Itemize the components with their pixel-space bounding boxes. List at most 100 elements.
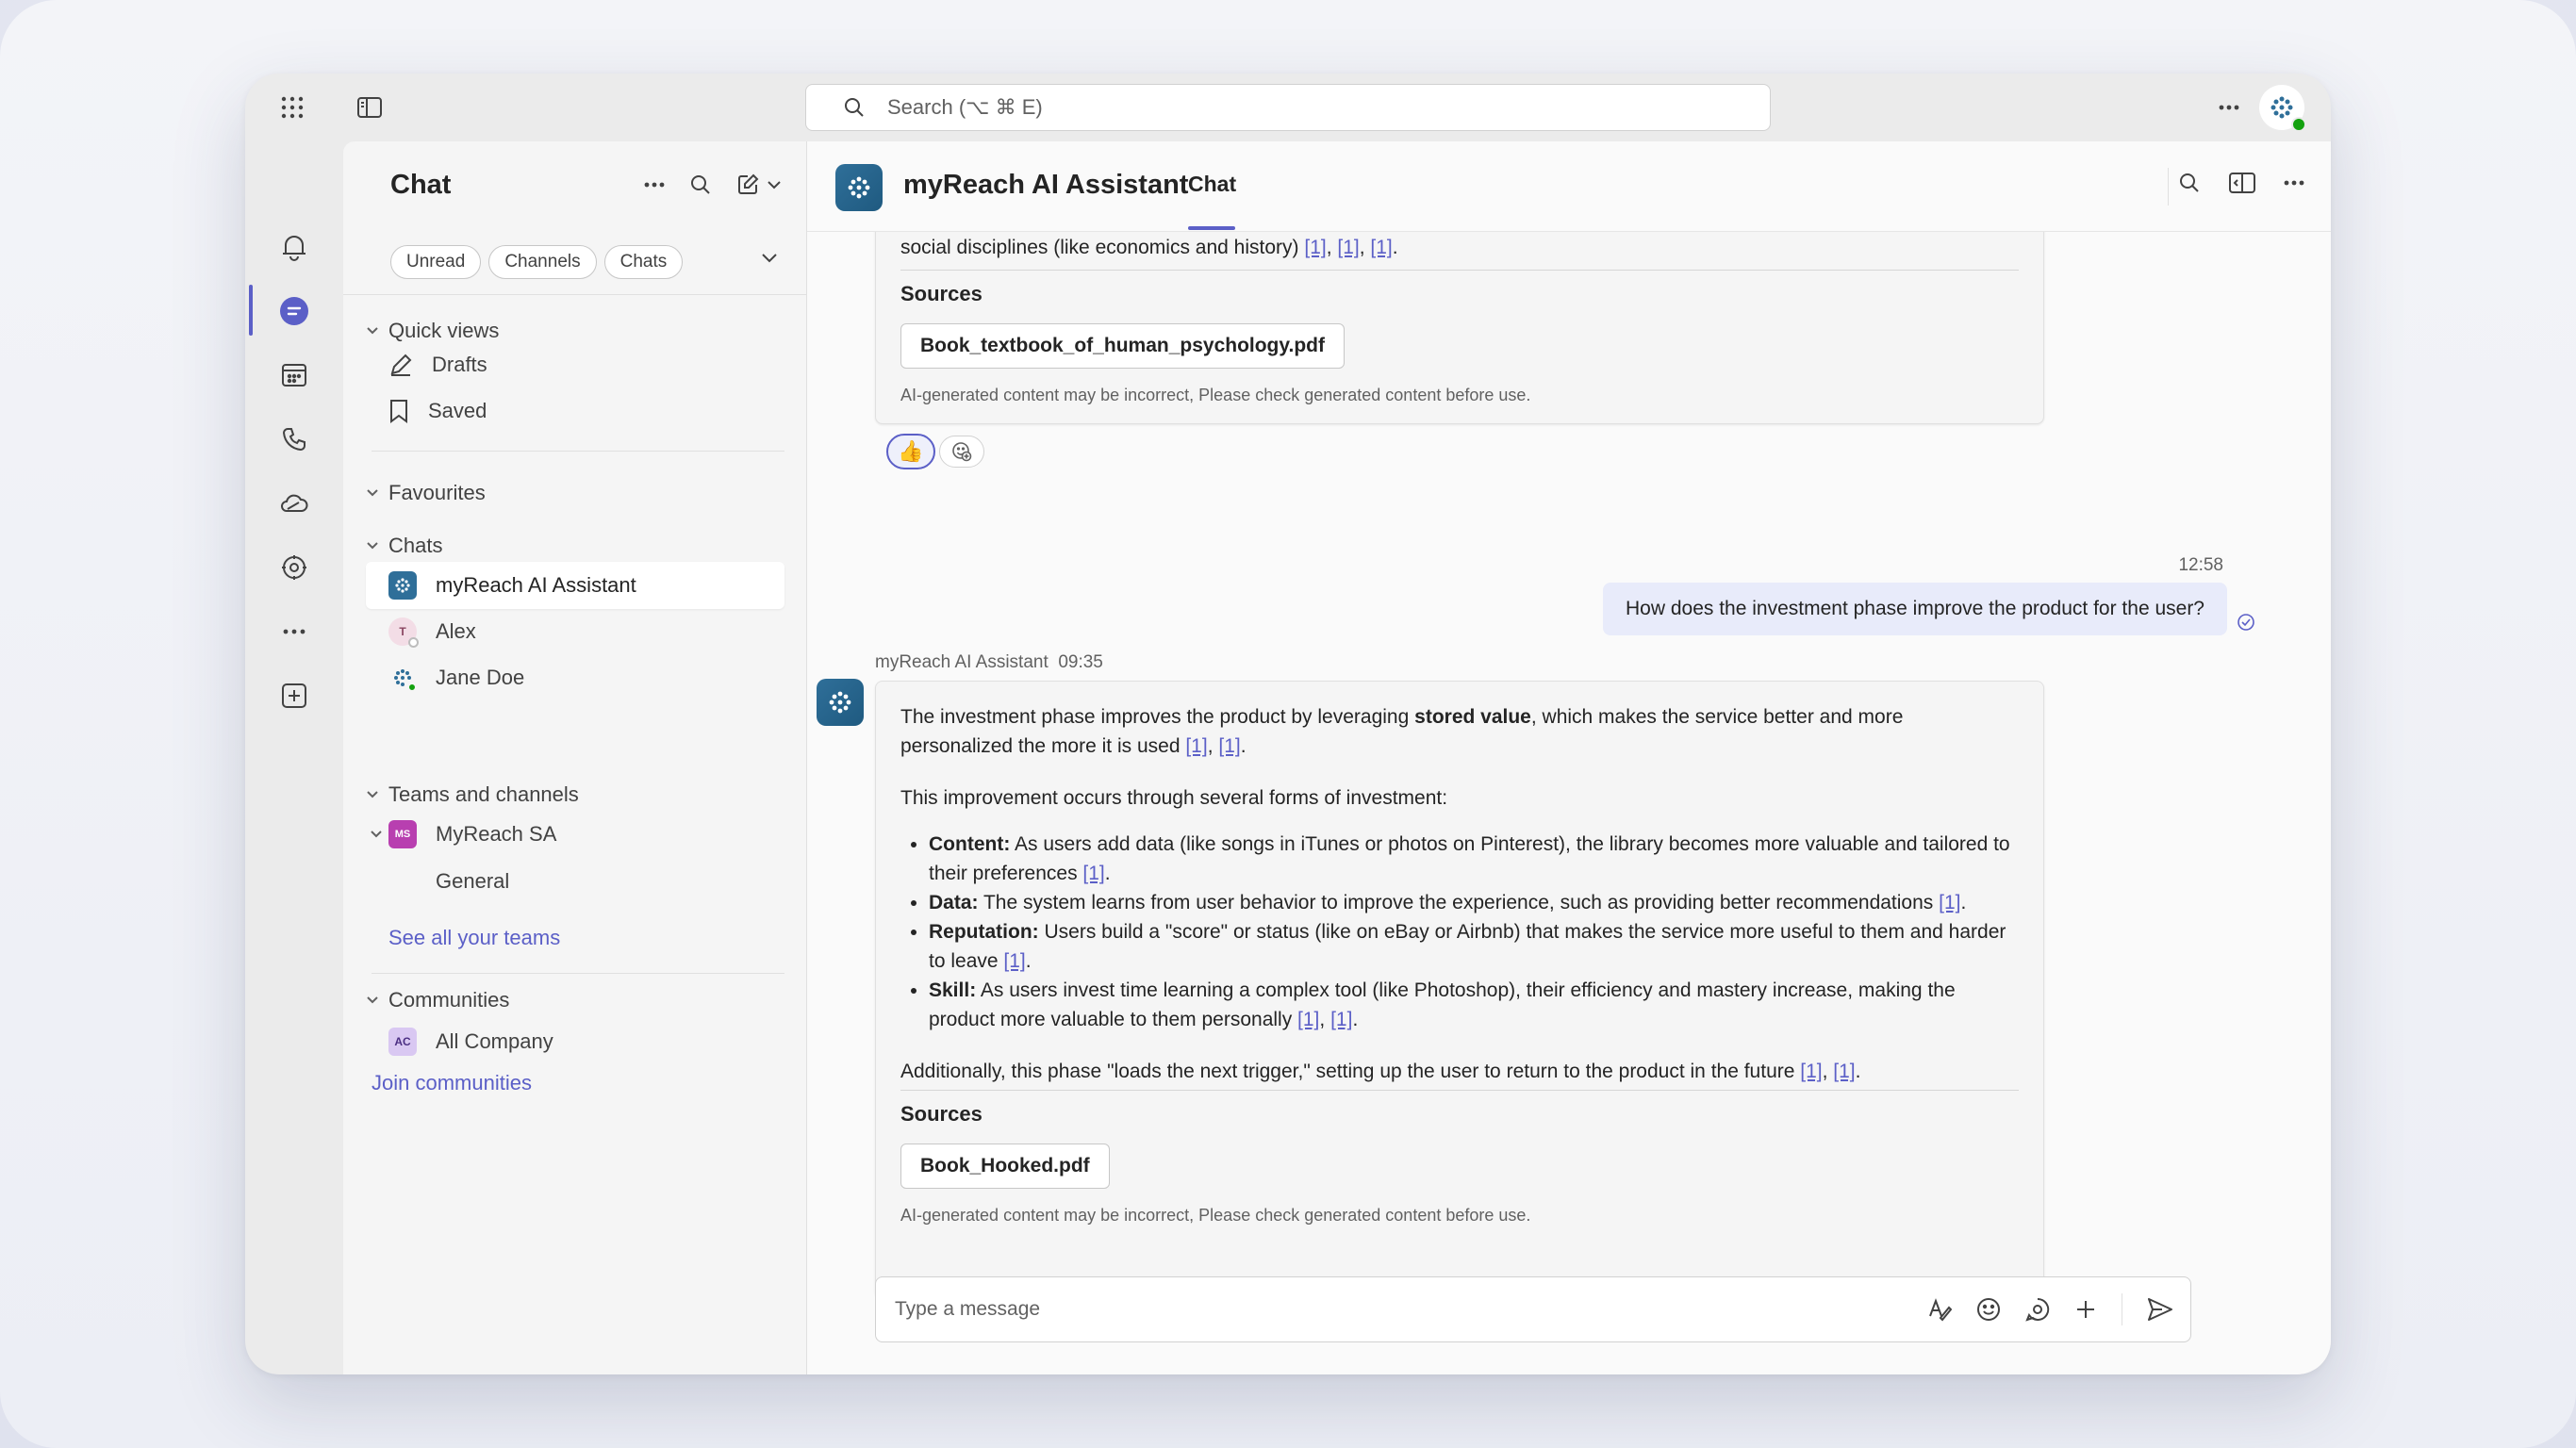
add-reaction-button[interactable] — [939, 436, 984, 468]
citation-link[interactable]: [1] — [1304, 237, 1326, 258]
reply-closing: Additionally, this phase "loads the next… — [900, 1061, 1861, 1082]
message-input[interactable]: Type a message — [895, 1298, 1927, 1321]
citation-link[interactable]: [1] — [1939, 892, 1960, 913]
section-favourites[interactable]: Favourites — [366, 481, 486, 505]
bold-text: stored value — [1414, 706, 1531, 728]
search-bar[interactable]: Search (⌥ ⌘ E) — [805, 84, 1771, 131]
activity-bell-icon[interactable] — [273, 226, 315, 268]
chat-name: myReach AI Assistant — [436, 573, 636, 597]
sidebar-toggle-icon[interactable] — [355, 92, 385, 123]
list-text: The system learns from user behavior to … — [978, 892, 1940, 913]
team-item-myreach-sa[interactable]: MS MyReach SA — [366, 811, 784, 858]
source-file-chip[interactable]: Book_textbook_of_human_psychology.pdf — [900, 323, 1345, 369]
filter-unread[interactable]: Unread — [390, 245, 482, 279]
conversation-title: myReach AI Assistant — [903, 170, 1189, 200]
bot-avatar — [388, 571, 417, 600]
chat-item-jane-doe[interactable]: Jane Doe — [366, 654, 784, 701]
list-term: Content: — [929, 833, 1011, 855]
citation-link[interactable]: [1] — [1800, 1061, 1822, 1082]
copilot-apps-icon[interactable] — [273, 547, 315, 588]
chevron-down-icon — [768, 181, 781, 189]
onedrive-cloud-icon[interactable] — [273, 483, 315, 524]
chevron-down-icon — [367, 489, 378, 497]
profile-avatar[interactable] — [2259, 85, 2306, 132]
section-chats[interactable]: Chats — [366, 534, 442, 558]
source-file-chip[interactable]: Book_Hooked.pdf — [900, 1144, 1110, 1189]
list-item: Content: As users add data (like songs i… — [929, 830, 2019, 888]
quick-view-saved[interactable]: Saved — [366, 387, 784, 435]
chevron-down-icon — [371, 831, 382, 838]
bookmark-icon — [390, 400, 407, 423]
more-options-icon[interactable] — [2214, 92, 2244, 123]
calls-phone-icon[interactable] — [273, 419, 315, 460]
join-communities-link[interactable]: Join communities — [372, 1071, 532, 1095]
citation-link[interactable]: [1] — [1297, 1009, 1319, 1030]
send-icon[interactable] — [2147, 1297, 2173, 1322]
composer-actions — [1927, 1293, 2190, 1325]
filter-expand-chevron-icon[interactable] — [761, 253, 778, 264]
see-all-teams-link[interactable]: See all your teams — [388, 926, 560, 950]
citation-link[interactable]: [1] — [1370, 237, 1392, 258]
rail-active-indicator — [249, 285, 253, 336]
filter-chats[interactable]: Chats — [603, 245, 684, 279]
sender-name: myReach AI Assistant — [875, 652, 1049, 672]
citation-link[interactable]: [1] — [1082, 863, 1104, 884]
add-app-icon[interactable] — [273, 675, 315, 716]
bot-message-card: social disciplines (like economics and h… — [875, 232, 2044, 424]
pop-out-chat-icon[interactable] — [2229, 173, 2255, 193]
chat-item-myreach-ai-assistant[interactable]: myReach AI Assistant — [366, 562, 784, 609]
more-options-icon[interactable] — [2284, 180, 2304, 186]
filter-channels[interactable]: Channels — [488, 245, 597, 279]
emoji-icon[interactable] — [1976, 1297, 2001, 1322]
community-avatar: AC — [388, 1028, 417, 1056]
search-icon[interactable] — [2178, 172, 2201, 194]
list-text: As users invest time learning a complex … — [929, 979, 1956, 1030]
calendar-icon[interactable] — [273, 354, 315, 396]
pane-title: Chat — [390, 170, 452, 200]
citation-link[interactable]: [1] — [1833, 1061, 1855, 1082]
search-icon — [845, 98, 864, 117]
loop-component-icon[interactable] — [2025, 1297, 2050, 1322]
more-apps-icon[interactable] — [273, 611, 315, 652]
message-list[interactable]: social disciplines (like economics and h… — [807, 232, 2331, 1374]
sources-title: Sources — [900, 282, 983, 305]
section-quick-views[interactable]: Quick views — [366, 319, 499, 343]
active-tab-indicator — [1188, 226, 1235, 230]
list-term: Skill: — [929, 979, 977, 1001]
chat-rail-icon[interactable] — [273, 290, 315, 332]
bot-avatar — [817, 679, 864, 726]
new-chat-button[interactable] — [736, 173, 782, 196]
divider — [900, 270, 2019, 271]
community-item-all-company[interactable]: AC All Company — [366, 1018, 784, 1065]
chevron-down-icon — [367, 542, 378, 550]
compose-icon — [738, 173, 759, 194]
section-teams-and-channels[interactable]: Teams and channels — [366, 782, 579, 807]
conversation-header: myReach AI Assistant Chat — [807, 141, 2331, 232]
search-placeholder: Search (⌥ ⌘ E) — [887, 95, 1043, 119]
quick-view-drafts[interactable]: Drafts — [366, 341, 784, 388]
citation-link[interactable]: [1] — [1337, 237, 1359, 258]
message-composer[interactable]: Type a message — [875, 1276, 2191, 1342]
app-launcher-icon[interactable] — [277, 92, 307, 123]
tab-chat[interactable]: Chat — [1188, 172, 1236, 197]
section-label: Favourites — [388, 481, 486, 504]
citation-link[interactable]: [1] — [1330, 1009, 1352, 1030]
add-reaction-icon — [952, 442, 972, 462]
citation-link[interactable]: [1] — [1218, 735, 1240, 757]
citation-link[interactable]: [1] — [1185, 735, 1207, 757]
row-label: Drafts — [432, 353, 487, 376]
plus-icon[interactable] — [2074, 1298, 2097, 1321]
chat-item-alex[interactable]: T Alex — [366, 608, 784, 655]
reaction-like[interactable]: 👍 — [886, 434, 935, 469]
message-timestamp: 09:35 — [1058, 652, 1103, 672]
section-label: Quick views — [388, 319, 500, 342]
citation-link[interactable]: [1] — [1003, 950, 1025, 972]
channel-item-general[interactable]: General — [366, 858, 784, 905]
message-text: How does the investment phase improve th… — [1625, 598, 2204, 619]
read-receipt-check-icon — [2237, 614, 2254, 631]
more-options-icon[interactable] — [644, 182, 665, 188]
presence-offline-icon — [408, 637, 419, 648]
search-icon[interactable] — [689, 173, 712, 196]
section-communities[interactable]: Communities — [366, 988, 509, 1012]
format-text-icon[interactable] — [1927, 1297, 1952, 1322]
